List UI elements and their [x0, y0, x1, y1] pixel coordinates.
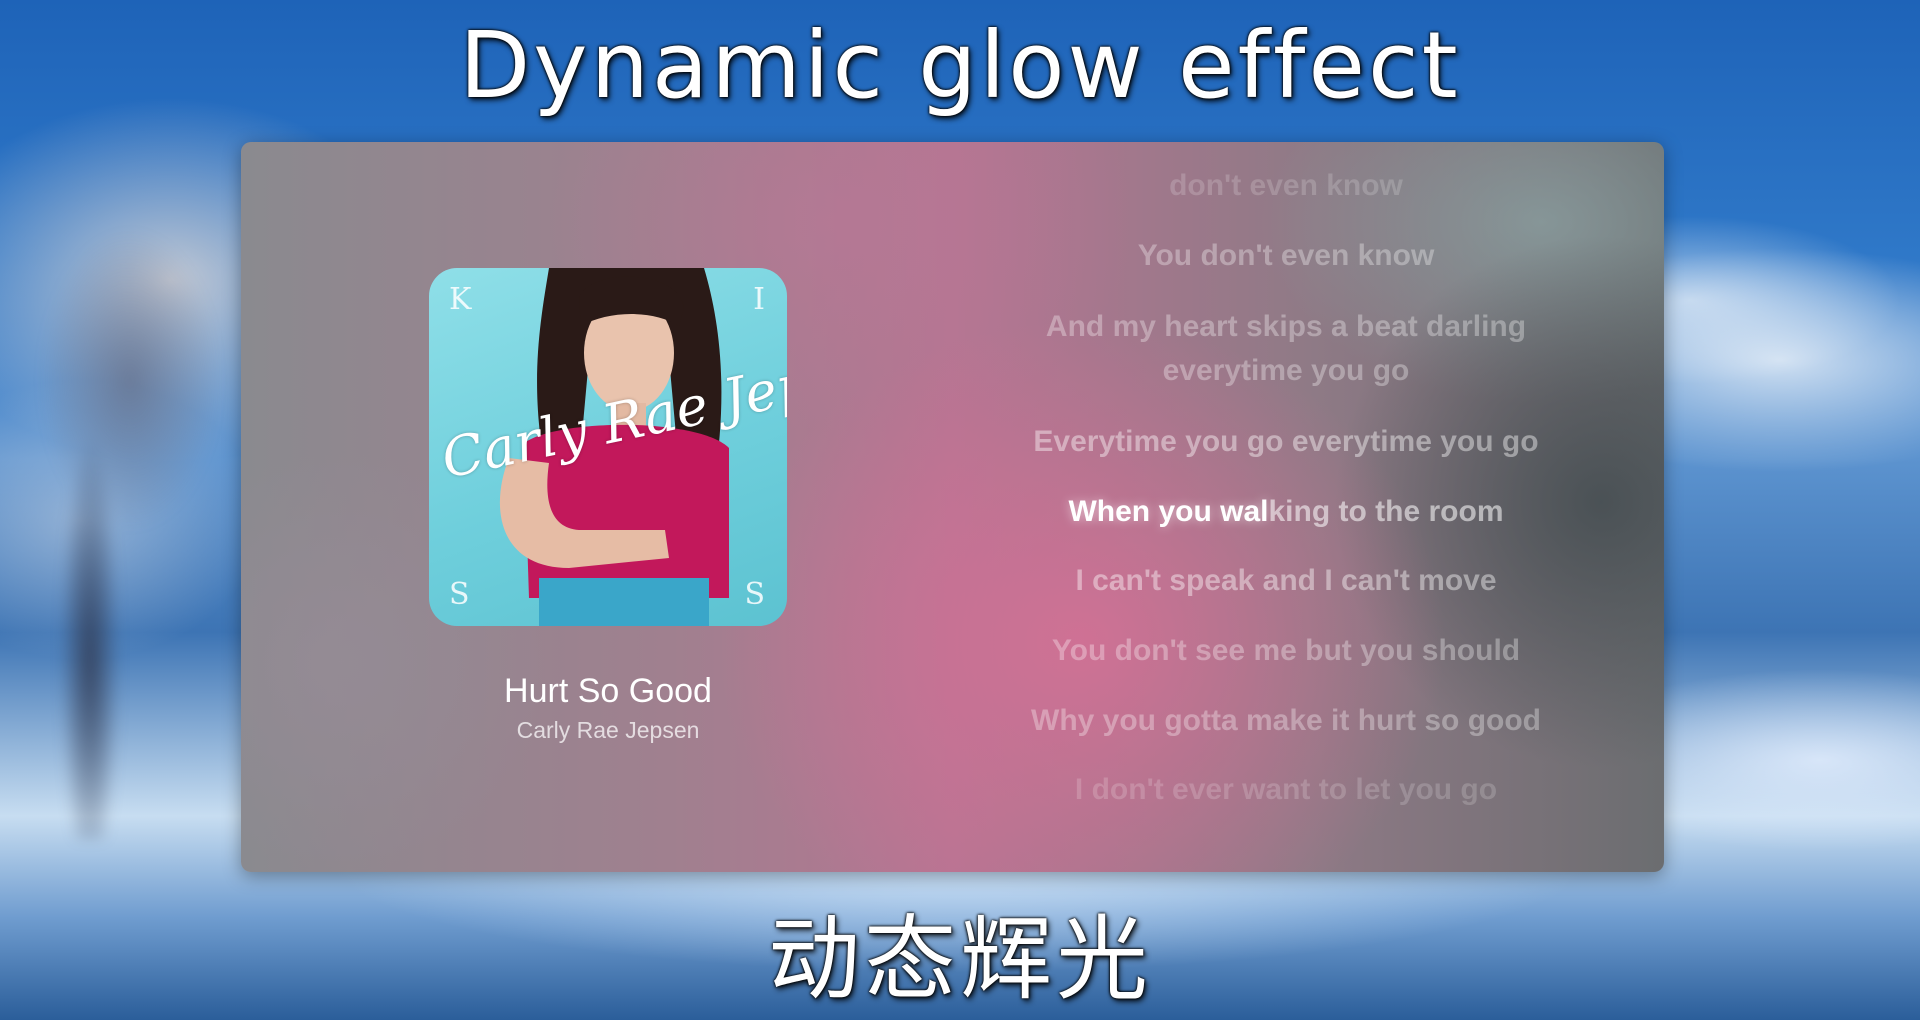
- music-player-window: K I S S Carly Rae Jepsen Hurt So Good Ca…: [241, 142, 1664, 872]
- lyric-line[interactable]: Everytime you go everytime you go: [976, 420, 1596, 464]
- headline-subtitle: 动态辉光: [767, 906, 1152, 1013]
- lyric-line[interactable]: I can't speak and I can't move: [976, 559, 1596, 603]
- lyric-line[interactable]: Why you gotta make it hurt so good: [976, 699, 1596, 743]
- lyric-line[interactable]: You don't even know: [976, 234, 1596, 278]
- album-cover[interactable]: K I S S Carly Rae Jepsen: [429, 268, 787, 626]
- headline-title: Dynamic glow effect: [459, 12, 1461, 119]
- cover-letter-i: I: [753, 282, 765, 317]
- track-title: Hurt So Good: [504, 672, 712, 710]
- wallpaper-tree: [0, 140, 240, 840]
- cover-letter-s-right: S: [744, 577, 765, 612]
- lyric-line[interactable]: don't even know: [976, 164, 1596, 208]
- cover-letter-k: K: [449, 282, 472, 317]
- lyric-line[interactable]: And my heart skips a beat darling: [976, 305, 1596, 349]
- cover-letter-s-left: S: [449, 577, 470, 612]
- lyric-remaining-part: king to the room: [1268, 495, 1504, 528]
- lyric-line[interactable]: everytime you go: [976, 349, 1596, 393]
- lyrics-panel[interactable]: don't even know You don't even know And …: [976, 142, 1596, 872]
- lyric-line[interactable]: I don't ever want to let you go: [976, 768, 1596, 812]
- lyric-line[interactable]: You don't see me but you should: [976, 629, 1596, 673]
- lyric-sung-part: When you wal: [1068, 495, 1269, 528]
- track-artist[interactable]: Carly Rae Jepsen: [241, 717, 975, 744]
- lyric-line-current[interactable]: When you walking to the room: [976, 490, 1596, 534]
